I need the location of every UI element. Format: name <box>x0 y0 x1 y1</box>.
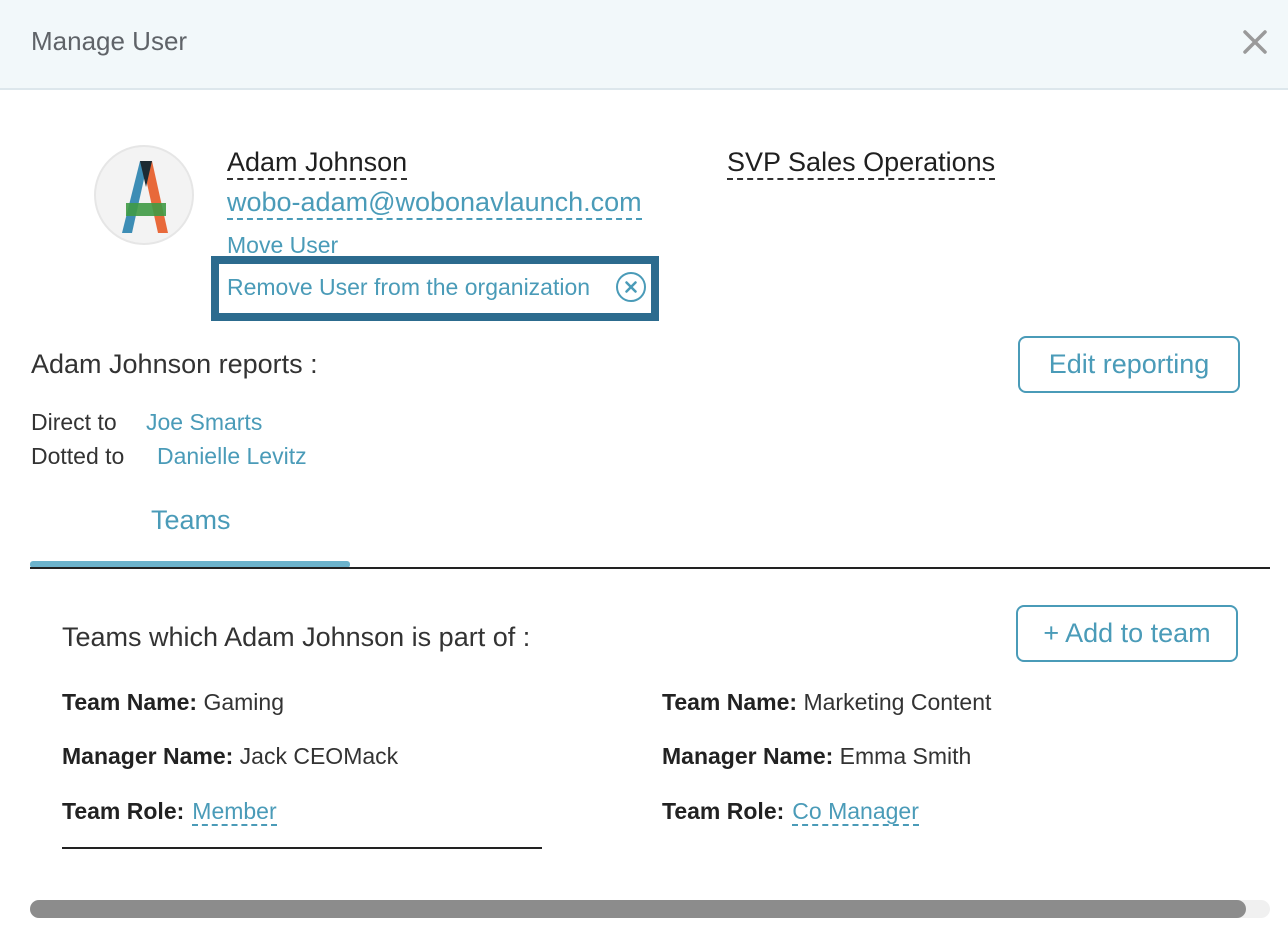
direct-manager-link[interactable]: Joe Smarts <box>146 409 262 436</box>
reports-heading: Adam Johnson reports : <box>31 349 318 379</box>
teams-heading: Teams which Adam Johnson is part of : <box>62 622 531 652</box>
team-role-field: Team Role: Co Manager <box>662 798 919 826</box>
dotted-to-label: Dotted to <box>31 443 125 469</box>
manager-name-value: Jack CEOMack <box>239 743 399 769</box>
close-icon <box>1243 30 1267 54</box>
manager-name-field: Manager Name: Jack CEOMack <box>62 743 398 770</box>
manager-name-label: Manager Name: <box>62 743 234 769</box>
direct-to-label: Direct to <box>31 409 117 435</box>
team-name-value: Gaming <box>203 689 285 715</box>
close-button[interactable] <box>1238 25 1272 59</box>
modal-header: Manage User <box>0 0 1288 90</box>
job-title[interactable]: SVP Sales Operations <box>727 146 996 180</box>
avatar <box>94 145 194 245</box>
tab-teams[interactable]: Teams <box>151 505 231 536</box>
manager-name-field: Manager Name: Emma Smith <box>662 743 971 770</box>
team-role-label: Team Role: <box>62 798 185 824</box>
team-name-field: Team Name: Marketing Content <box>662 689 991 716</box>
team-role-field: Team Role: Member <box>62 798 277 826</box>
modal-title: Manage User <box>31 26 188 56</box>
letter-a-logo <box>122 161 168 233</box>
team-name-value: Marketing Content <box>803 689 992 715</box>
team-role-value[interactable]: Member <box>192 798 277 826</box>
dotted-manager-link[interactable]: Danielle Levitz <box>157 443 307 470</box>
circle-x-icon <box>616 272 646 302</box>
team-role-value[interactable]: Co Manager <box>792 798 919 826</box>
manager-name-value: Emma Smith <box>839 743 972 769</box>
team-role-label: Team Role: <box>662 798 785 824</box>
manager-name-label: Manager Name: <box>662 743 834 769</box>
user-name[interactable]: Adam Johnson <box>227 146 408 180</box>
scrollbar-thumb[interactable] <box>30 900 1246 918</box>
team-divider <box>62 847 542 849</box>
remove-user-link[interactable]: Remove User from the organization <box>211 256 659 321</box>
move-user-link[interactable]: Move User <box>227 232 338 259</box>
edit-reporting-button[interactable]: Edit reporting <box>1018 336 1240 393</box>
add-to-team-button[interactable]: + Add to team <box>1016 605 1238 662</box>
user-email[interactable]: wobo-adam@wobonavlaunch.com <box>227 186 642 220</box>
remove-user-label: Remove User from the organization <box>227 274 591 300</box>
team-name-label: Team Name: <box>62 689 198 715</box>
tab-divider <box>30 567 1270 569</box>
team-name-label: Team Name: <box>662 689 798 715</box>
team-name-field: Team Name: Gaming <box>62 689 284 716</box>
